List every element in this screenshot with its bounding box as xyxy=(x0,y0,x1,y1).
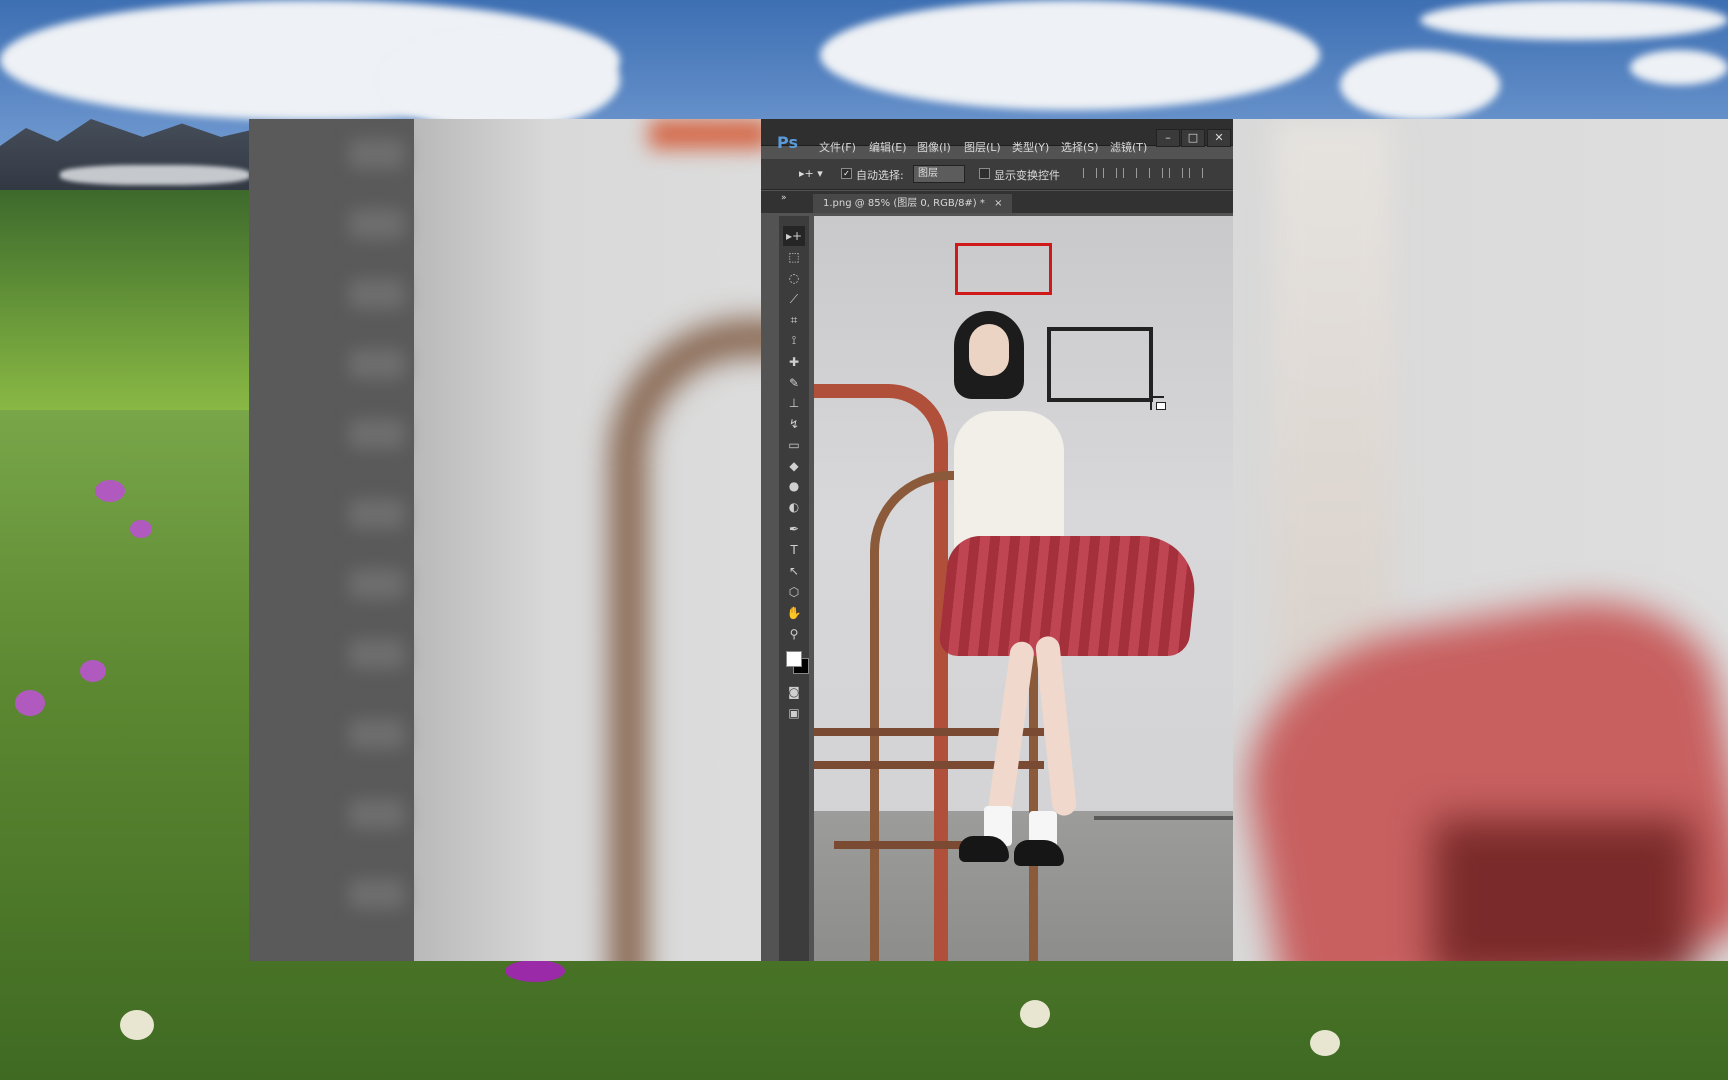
show-transform-checkbox[interactable] xyxy=(979,168,990,179)
cloud xyxy=(1340,50,1500,120)
red-rectangle-shape[interactable] xyxy=(955,243,1052,295)
options-bar: ▸+ ▾ ✓ 自动选择: 图层 显示变换控件 xyxy=(761,159,1233,190)
blur-orange xyxy=(649,119,761,149)
eraser-icon[interactable]: ▭ xyxy=(783,435,805,455)
photo-shoe xyxy=(1014,840,1064,866)
photo-step xyxy=(834,841,964,849)
blur-stripe xyxy=(349,349,405,379)
blur-arch xyxy=(609,319,761,961)
tools-panel: ▸+ ⬚ ◌ ⟋ ⌗ ⟟ ✚ ✎ ⊥ ↯ ▭ ◆ ● ◐ ✒ T ↖ ⬡ ✋ ⚲ ◙ ▣ xyxy=(779,216,809,961)
flower xyxy=(130,520,152,538)
blur-stripe xyxy=(349,209,405,239)
menu-file[interactable]: 文件(F) xyxy=(819,139,856,155)
flower xyxy=(1310,1030,1340,1056)
cloud xyxy=(820,0,1320,110)
photoshop-window: Ps 文件(F) 编辑(E) 图像(I) 图层(L) 类型(Y) 选择(S) 滤… xyxy=(761,119,1233,961)
move-icon[interactable]: ▸+ xyxy=(783,226,805,246)
zoom-icon[interactable]: ⚲ xyxy=(783,624,805,644)
auto-select-dropdown[interactable]: 图层 xyxy=(913,165,965,183)
foreground-color-swatch[interactable] xyxy=(786,651,802,667)
hand-icon[interactable]: ✋ xyxy=(783,603,805,623)
type-icon[interactable]: T xyxy=(783,540,805,560)
photo-face xyxy=(969,324,1009,376)
menu-filter[interactable]: 滤镜(T) xyxy=(1110,139,1147,155)
paint-bucket-icon[interactable]: ◆ xyxy=(783,456,805,476)
collapse-panels-icon[interactable]: » xyxy=(781,193,787,203)
blur-stripe xyxy=(349,569,405,599)
brush-icon[interactable]: ✎ xyxy=(783,373,805,393)
quick-select-icon[interactable]: ⟋ xyxy=(783,289,805,309)
photo-railing xyxy=(1094,816,1233,820)
photo-leg xyxy=(1034,635,1078,817)
menu-type[interactable]: 类型(Y) xyxy=(1012,139,1049,155)
flower xyxy=(1020,1000,1050,1028)
minimize-button[interactable]: – xyxy=(1156,129,1180,147)
close-button[interactable]: ✕ xyxy=(1207,129,1231,147)
align-top-icon[interactable] xyxy=(1149,168,1163,178)
document-tab-title: 1.png @ 85% (图层 0, RGB/8#) * xyxy=(823,198,985,209)
auto-select-checkbox[interactable]: ✓ xyxy=(841,168,852,179)
dodge-icon[interactable]: ● xyxy=(783,476,805,496)
document-canvas[interactable] xyxy=(814,216,1233,961)
document-tabbar: » 1.png @ 85% (图层 0, RGB/8#) * × xyxy=(761,191,1233,213)
eyedropper-icon[interactable]: ⟟ xyxy=(783,330,805,350)
menu-edit[interactable]: 编辑(E) xyxy=(869,139,907,155)
align-center-icon[interactable] xyxy=(1103,168,1117,178)
blur-stripe xyxy=(349,139,405,169)
blurred-right-panel xyxy=(1233,119,1728,961)
blur-stripe xyxy=(349,499,405,529)
align-right-icon[interactable] xyxy=(1123,168,1137,178)
quick-mask-icon[interactable]: ◙ xyxy=(783,682,805,702)
blur-stripe xyxy=(349,799,405,829)
ps-logo: Ps xyxy=(777,133,798,152)
snow xyxy=(60,165,250,185)
blur-stripe xyxy=(349,419,405,449)
document-tab[interactable]: 1.png @ 85% (图层 0, RGB/8#) * × xyxy=(813,194,1013,213)
cloud xyxy=(380,30,620,130)
black-rectangle-shape[interactable] xyxy=(1047,327,1153,402)
menu-image[interactable]: 图像(I) xyxy=(917,139,951,155)
sharpen-icon[interactable]: ◐ xyxy=(783,497,805,517)
crop-icon[interactable]: ⌗ xyxy=(783,310,805,330)
align-left-icon[interactable] xyxy=(1083,168,1097,178)
flower xyxy=(95,480,125,502)
move-tool-icon[interactable]: ▸+ ▾ xyxy=(799,167,823,180)
green-hill xyxy=(0,190,260,410)
menu-layer[interactable]: 图层(L) xyxy=(964,139,1001,155)
shape-icon[interactable]: ⬡ xyxy=(783,582,805,602)
pen-icon[interactable]: ✒ xyxy=(783,519,805,539)
blur-stripe xyxy=(349,719,405,749)
photo-shoe xyxy=(959,836,1009,862)
blur-stripe xyxy=(349,879,405,909)
maximize-button[interactable]: □ xyxy=(1181,129,1205,147)
flower xyxy=(505,960,565,982)
marquee-icon[interactable]: ⬚ xyxy=(783,247,805,267)
lasso-icon[interactable]: ◌ xyxy=(783,268,805,288)
title-bar: Ps 文件(F) 编辑(E) 图像(I) 图层(L) 类型(Y) 选择(S) 滤… xyxy=(761,119,1233,154)
blur-stripe xyxy=(349,279,405,309)
screen-mode-icon[interactable]: ▣ xyxy=(783,703,805,723)
cursor-rect-icon xyxy=(1156,402,1166,410)
flower xyxy=(15,690,45,716)
align-middle-icon[interactable] xyxy=(1169,168,1183,178)
stamp-icon[interactable]: ⊥ xyxy=(783,393,805,413)
flower xyxy=(120,1010,154,1040)
auto-select-label: 自动选择: xyxy=(856,169,904,182)
show-transform-label: 显示变换控件 xyxy=(994,169,1060,182)
flower xyxy=(80,660,106,682)
tab-close-icon[interactable]: × xyxy=(994,198,1002,209)
cloud xyxy=(1420,0,1728,40)
menu-select[interactable]: 选择(S) xyxy=(1061,139,1099,155)
blur-stripe xyxy=(349,639,405,669)
history-brush-icon[interactable]: ↯ xyxy=(783,414,805,434)
align-bottom-icon[interactable] xyxy=(1189,168,1203,178)
blurred-toolbar xyxy=(249,119,414,961)
healing-icon[interactable]: ✚ xyxy=(783,352,805,372)
blurred-left-panel xyxy=(249,119,761,961)
blur-skirt-shadow xyxy=(1433,819,1693,961)
path-select-icon[interactable]: ↖ xyxy=(783,561,805,581)
cloud xyxy=(1630,50,1728,85)
photo-skirt xyxy=(937,536,1201,656)
